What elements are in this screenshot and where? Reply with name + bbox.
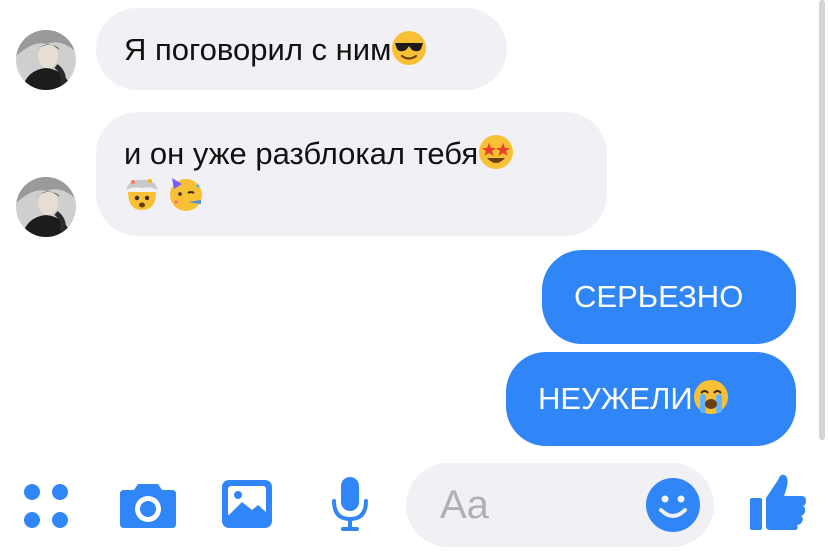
message-text: СЕРЬЕЗНО [574, 279, 744, 314]
exploding-head-emoji-icon [124, 176, 160, 212]
emoji-icon[interactable] [645, 477, 701, 533]
outgoing-message-bubble[interactable]: СЕРЬЕЗНО [542, 250, 796, 344]
outgoing-message-bubble[interactable]: НЕУЖЕЛИ [506, 352, 796, 446]
incoming-message-bubble[interactable]: Я поговорил с ним [96, 8, 507, 90]
scrollbar[interactable] [819, 0, 825, 440]
microphone-icon[interactable] [330, 475, 370, 533]
contact-avatar[interactable] [16, 30, 76, 90]
message-text: и он уже разблокал тебя [124, 136, 479, 171]
partying-face-emoji-icon [168, 176, 204, 212]
message-input-placeholder: Aa [440, 483, 489, 527]
star-struck-emoji-icon [478, 134, 514, 170]
contact-avatar[interactable] [16, 177, 76, 237]
gallery-icon[interactable] [220, 478, 274, 530]
message-text: Я поговорил с ним [124, 32, 392, 67]
incoming-message-bubble[interactable]: и он уже разблокал тебя [96, 112, 607, 236]
thumbs-up-icon[interactable] [748, 470, 808, 532]
message-text: НЕУЖЕЛИ [538, 381, 693, 416]
sunglasses-emoji-icon [391, 30, 427, 66]
camera-icon[interactable] [118, 480, 178, 530]
more-dots-icon[interactable] [22, 482, 70, 530]
loudly-crying-emoji-icon [693, 379, 729, 415]
